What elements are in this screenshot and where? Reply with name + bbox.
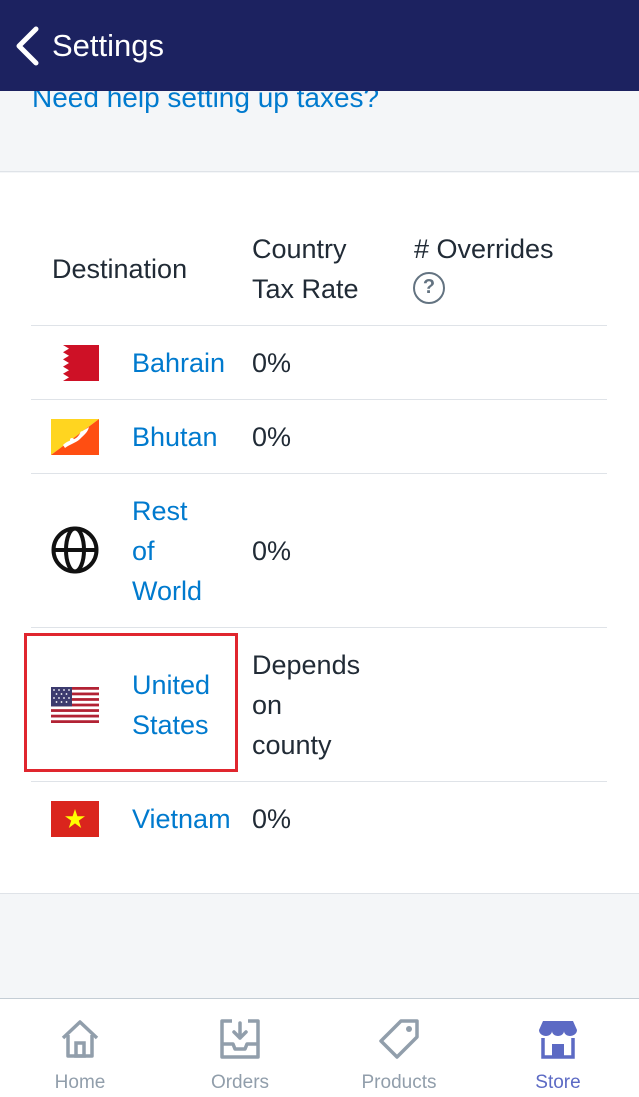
- tax-rate: Depends on county: [252, 645, 360, 765]
- tab-store[interactable]: Store: [478, 999, 638, 1097]
- tax-rate: 0%: [252, 536, 292, 566]
- country-name[interactable]: Bhutan: [132, 417, 218, 457]
- row-divider: [31, 473, 607, 474]
- tab-home[interactable]: Home: [0, 999, 160, 1097]
- tax-help-link[interactable]: Need help setting up taxes?: [32, 91, 379, 114]
- tax-rate-header-line2: Tax Rate: [252, 274, 359, 304]
- vietnam-flag-icon: [51, 801, 99, 837]
- tax-rate-line: Depends: [252, 650, 361, 680]
- tax-rate-header-line1: Country: [252, 234, 347, 264]
- country-name[interactable]: Rest of World: [132, 491, 202, 611]
- bottom-tab-bar: Home Orders Products Store: [0, 998, 639, 1097]
- row-divider: [31, 627, 607, 628]
- country-name-line: World: [132, 576, 203, 606]
- country-tax-rate-header: Country Tax Rate: [252, 229, 359, 309]
- row-divider: [31, 781, 607, 782]
- overrides-header: # Overrides: [414, 234, 554, 264]
- tag-icon: [379, 1019, 419, 1059]
- tax-rate: 0%: [252, 422, 292, 452]
- tax-rate-line: on: [252, 690, 283, 720]
- back-button[interactable]: Settings: [12, 24, 164, 68]
- tab-label: Orders: [210, 1072, 270, 1093]
- tax-rate-line: county: [252, 730, 332, 760]
- country-name[interactable]: Vietnam: [132, 799, 231, 839]
- chevron-left-icon: [16, 26, 39, 66]
- tax-rate: 0%: [252, 348, 292, 378]
- help-section: Need help setting up taxes?: [0, 91, 639, 172]
- tax-rate: 0%: [252, 804, 292, 834]
- tab-products[interactable]: Products: [319, 999, 479, 1097]
- top-navigation-bar: Settings: [0, 0, 639, 91]
- tab-orders[interactable]: Orders: [160, 999, 320, 1097]
- country-name-line: of: [132, 536, 155, 566]
- country-name[interactable]: Bahrain: [132, 343, 225, 383]
- country-name-line: Rest: [132, 496, 188, 526]
- tab-label: Products: [361, 1072, 437, 1093]
- back-label: Settings: [52, 28, 165, 63]
- question-circle-icon[interactable]: ?: [413, 272, 445, 304]
- bhutan-flag-icon: [51, 419, 99, 455]
- tab-label: Store: [535, 1072, 581, 1093]
- store-icon: [539, 1021, 577, 1059]
- row-divider: [31, 325, 607, 326]
- selection-highlight: [24, 633, 238, 772]
- row-divider: [31, 399, 607, 400]
- tab-label: Home: [54, 1072, 106, 1093]
- globe-icon: [51, 526, 99, 574]
- tax-rates-table: Destination Country Tax Rate # Overrides…: [0, 173, 639, 894]
- destination-header: Destination: [52, 254, 188, 284]
- home-icon: [61, 1020, 99, 1058]
- orders-icon: [220, 1019, 260, 1059]
- bahrain-flag-icon: [51, 345, 99, 381]
